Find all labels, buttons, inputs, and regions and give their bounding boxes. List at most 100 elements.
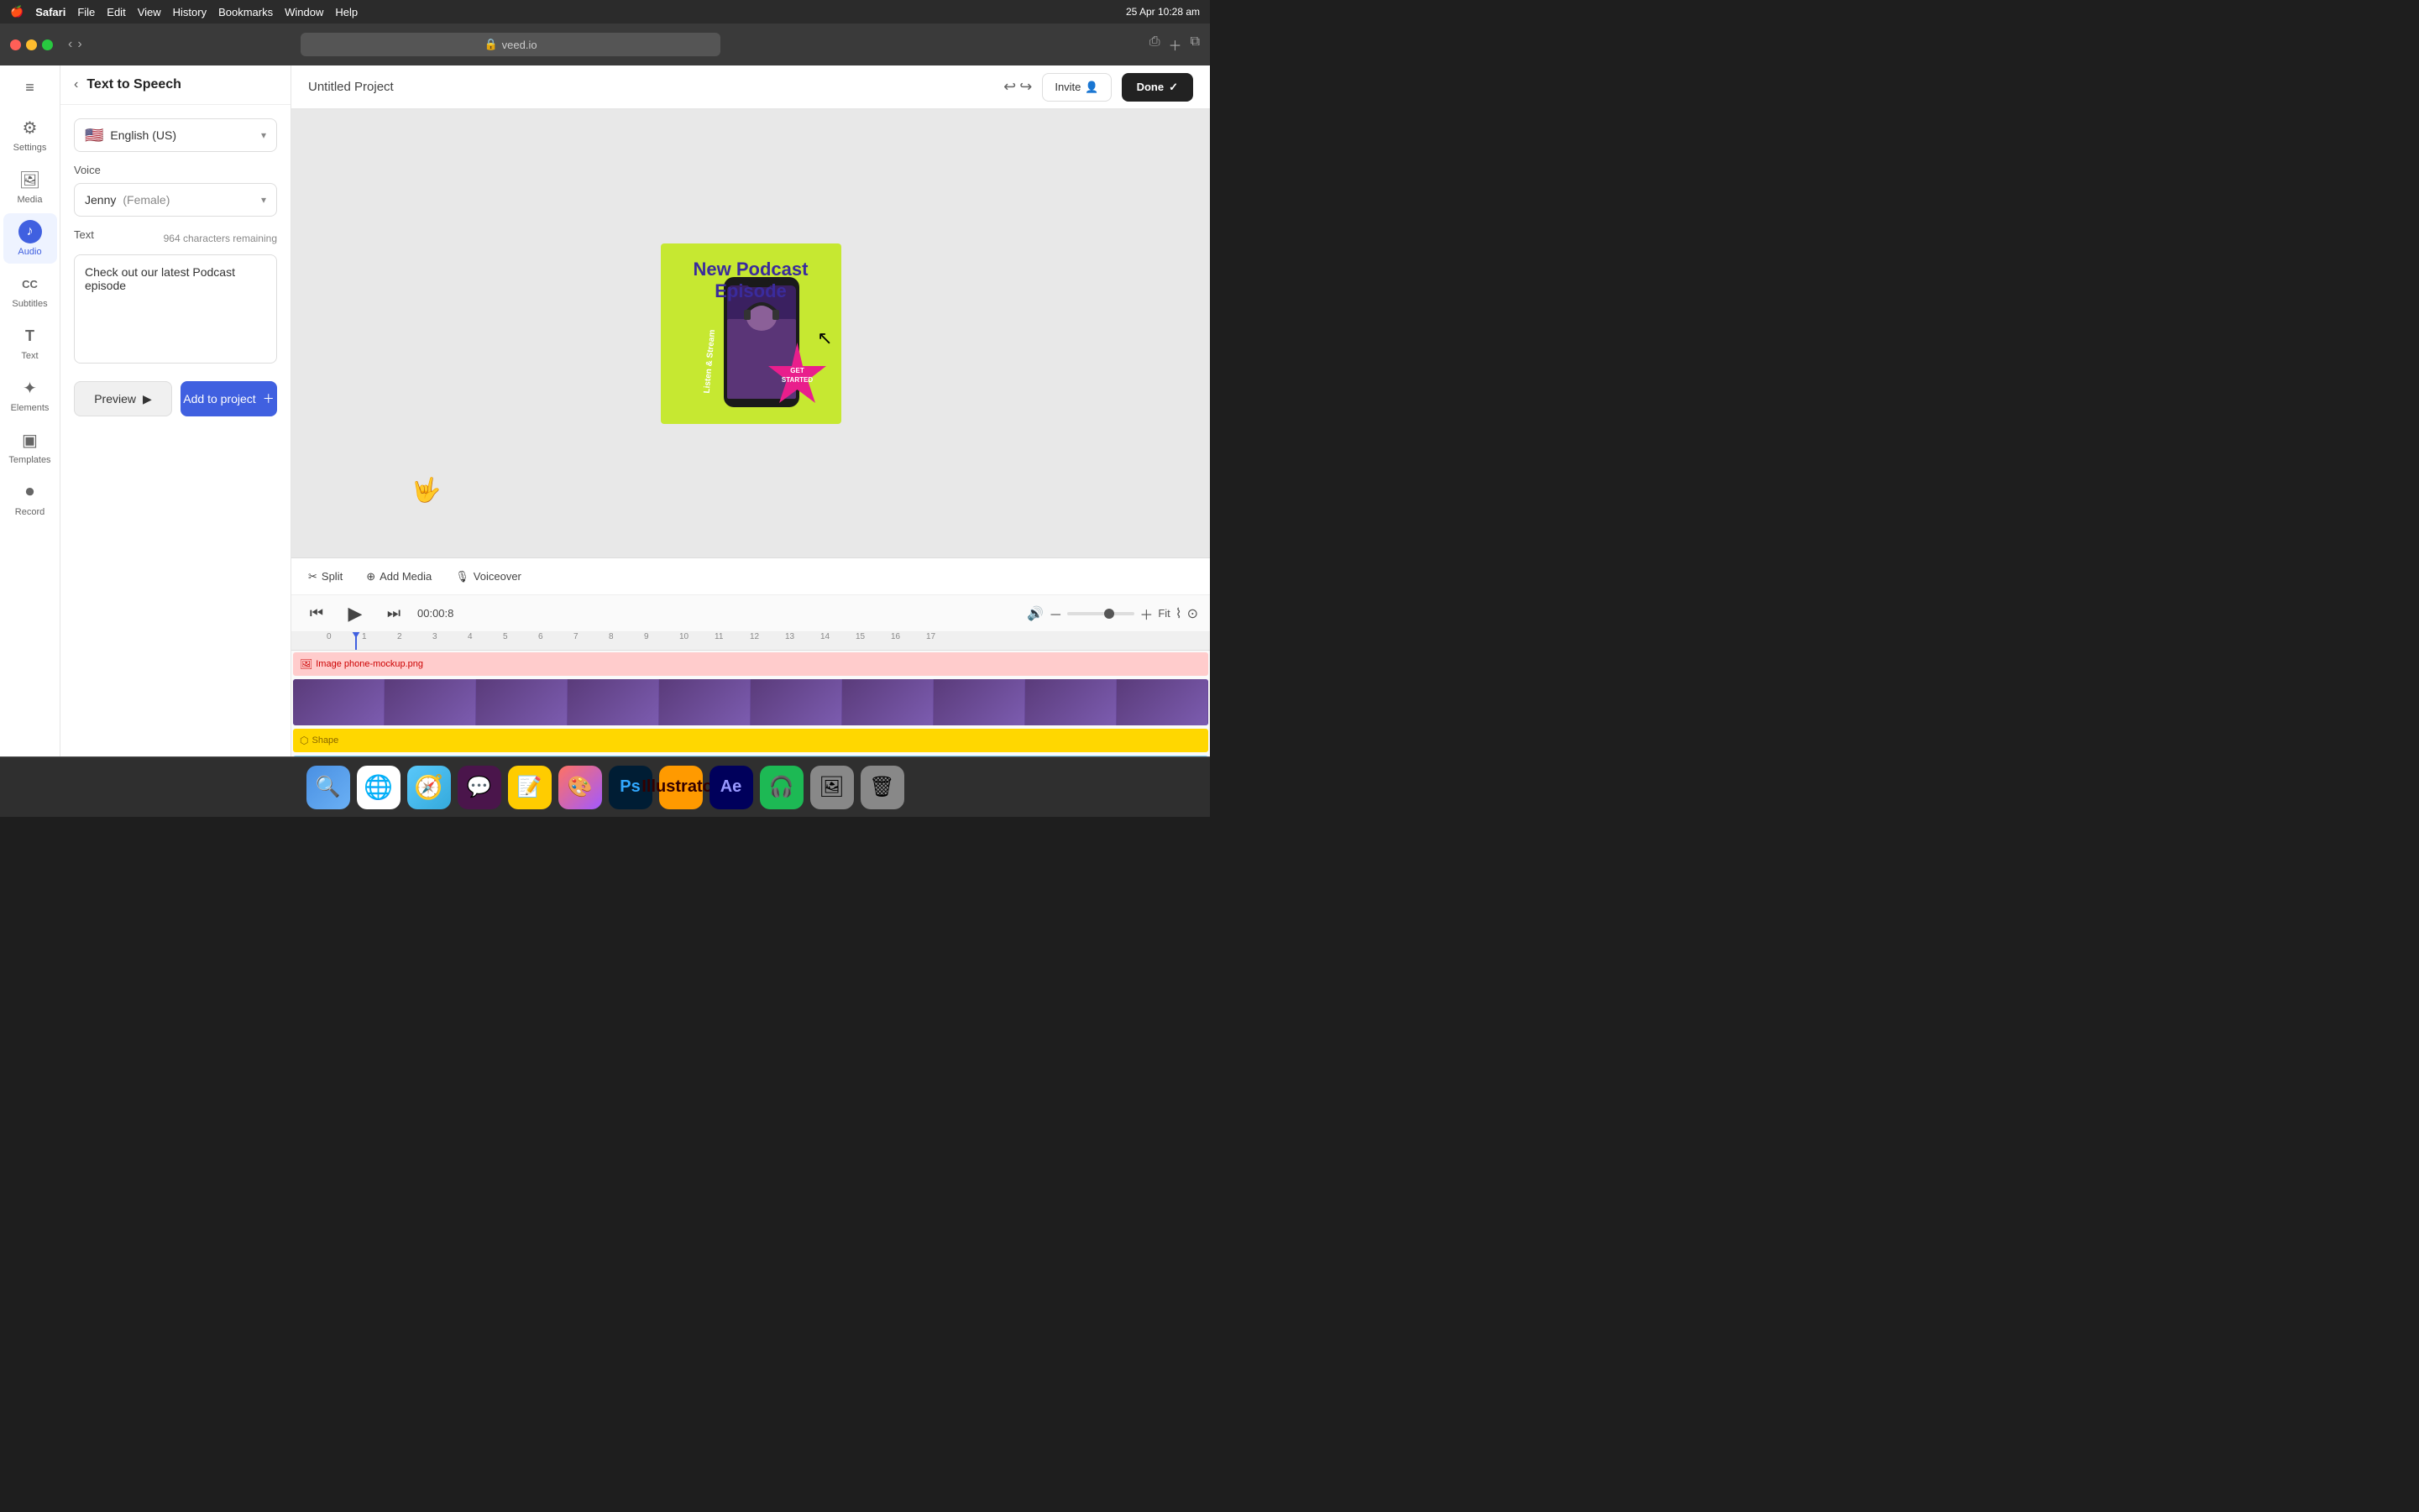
action-buttons: Preview ▶ Add to project ＋: [74, 381, 277, 416]
preview-label: Preview: [94, 392, 136, 405]
sidebar-item-settings[interactable]: ⚙ Settings: [3, 109, 57, 160]
ruler-mark-5: 5: [503, 632, 508, 641]
minimize-button[interactable]: [26, 39, 37, 50]
sidebar-label-audio: Audio: [18, 247, 41, 257]
new-tab-icon[interactable]: ＋: [1169, 34, 1182, 55]
menubar-left: 🍎 Safari File Edit View History Bookmark…: [10, 5, 358, 18]
undo-button[interactable]: ↩: [1003, 78, 1016, 96]
video-thumbs: [293, 679, 1208, 725]
voice-selector[interactable]: Jenny (Female) ▾: [74, 183, 277, 217]
menu-bookmarks[interactable]: Bookmarks: [218, 6, 273, 18]
canvas-area[interactable]: New Podcast Episode Listen & Stream: [291, 109, 1210, 557]
volume-icon[interactable]: 🔊: [1027, 605, 1044, 622]
dock-item-slack[interactable]: 💬: [458, 766, 501, 809]
plus-icon: ＋: [263, 390, 275, 407]
shape-icon: ⬡: [300, 735, 308, 746]
shape-track-label: Shape: [312, 735, 338, 746]
language-label: English (US): [110, 128, 176, 142]
waveform-icon[interactable]: ⌇: [1175, 605, 1182, 622]
dock-item-photos[interactable]: 🖼: [810, 766, 854, 809]
ruler-mark-15: 15: [856, 632, 865, 641]
dock-item-notes[interactable]: 📝: [508, 766, 552, 809]
play-pause-button[interactable]: ▶: [340, 599, 370, 629]
dock-item-aftereffects[interactable]: Ae: [709, 766, 753, 809]
mac-menubar: 🍎 Safari File Edit View History Bookmark…: [0, 0, 1210, 24]
address-bar[interactable]: 🔒 veed.io: [301, 33, 720, 56]
image-track[interactable]: 🖼 Image phone-mockup.png: [293, 652, 1208, 676]
timeline-tracks[interactable]: 0 1 2 3 4 5 6 7 8 9 10 11 12: [291, 632, 1210, 756]
ruler-mark-8: 8: [609, 632, 614, 641]
zoom-slider[interactable]: [1067, 612, 1134, 615]
language-selector[interactable]: 🇺🇸 English (US) ▾: [74, 118, 277, 152]
image-track-label: Image phone-mockup.png: [316, 659, 423, 669]
preview-button[interactable]: Preview ▶: [74, 381, 172, 416]
invite-icon: 👤: [1085, 81, 1098, 94]
menu-edit[interactable]: Edit: [107, 6, 125, 18]
sidebar-item-text[interactable]: T Text: [3, 317, 57, 368]
add-label: Add to project: [183, 392, 255, 405]
maximize-button[interactable]: [42, 39, 53, 50]
dock-item-safari[interactable]: 🧭: [407, 766, 451, 809]
dock-item-chrome[interactable]: 🌐: [357, 766, 401, 809]
video-thumb-5: [659, 679, 751, 725]
sidebar-item-media[interactable]: 🖼 Media: [3, 161, 57, 212]
shape-track[interactable]: ⬡ Shape: [293, 729, 1208, 752]
traffic-lights: [10, 39, 53, 50]
voiceover-label: Voiceover: [474, 570, 521, 583]
invite-button[interactable]: Invite 👤: [1042, 73, 1111, 102]
sidebar-item-subtitles[interactable]: CC Subtitles: [3, 265, 57, 316]
done-button[interactable]: Done ✓: [1122, 73, 1193, 102]
back-nav-icon[interactable]: ‹: [68, 37, 72, 52]
redo-button[interactable]: ↪: [1019, 78, 1032, 96]
settings-small-icon[interactable]: ⊙: [1187, 605, 1198, 622]
fit-button[interactable]: Fit: [1158, 607, 1170, 620]
zoom-thumb[interactable]: [1104, 609, 1114, 619]
forward-nav-icon[interactable]: ›: [77, 37, 81, 52]
close-button[interactable]: [10, 39, 21, 50]
sidebar-item-templates[interactable]: ▣ Templates: [3, 421, 57, 472]
zoom-out-button[interactable]: －: [1049, 604, 1062, 624]
audio-icon: ♪: [18, 220, 42, 243]
add-to-project-button[interactable]: Add to project ＋: [181, 381, 277, 416]
url-display: veed.io: [502, 39, 537, 51]
tab-overview-icon[interactable]: ⧉: [1191, 34, 1200, 55]
split-button[interactable]: ✂ Split: [303, 567, 348, 587]
dock-item-finder[interactable]: 🔍: [306, 766, 350, 809]
media-icon: 🖼: [18, 168, 42, 191]
menu-file[interactable]: File: [77, 6, 95, 18]
dock-item-spotify[interactable]: 🎧: [760, 766, 804, 809]
menu-window[interactable]: Window: [285, 6, 323, 18]
fast-forward-button[interactable]: ⏭: [380, 600, 407, 627]
share-icon[interactable]: ⎙: [1149, 34, 1160, 55]
sidebar-item-elements[interactable]: ✦ Elements: [3, 369, 57, 420]
lock-icon: 🔒: [484, 38, 497, 51]
menu-history[interactable]: History: [173, 6, 207, 18]
apple-menu[interactable]: 🍎: [10, 5, 24, 18]
playback-bar: ⏮ ▶ ⏭ 00:00:8 🔊 － ＋ Fit ⌇ ⊙: [291, 595, 1210, 632]
sidebar-menu-button[interactable]: ≡: [15, 72, 45, 102]
zoom-in-button[interactable]: ＋: [1139, 604, 1153, 624]
sidebar-label-settings: Settings: [13, 143, 47, 153]
text-input[interactable]: Check out our latest Podcast episode: [74, 254, 277, 364]
menu-view[interactable]: View: [138, 6, 161, 18]
video-track[interactable]: [293, 679, 1208, 725]
back-button[interactable]: ‹: [74, 77, 78, 92]
app-menu-safari[interactable]: Safari: [35, 6, 65, 18]
video-track-row: [291, 678, 1210, 727]
rewind-button[interactable]: ⏮: [303, 600, 330, 627]
panel-content: 🇺🇸 English (US) ▾ Voice Jenny (Female) ▾: [60, 105, 291, 756]
dock-item-illustrator[interactable]: Illustrator: [659, 766, 703, 809]
menu-help[interactable]: Help: [335, 6, 358, 18]
ruler-mark-17: 17: [926, 632, 935, 641]
sidebar-item-audio[interactable]: ♪ Audio: [3, 213, 57, 264]
text-section: Text 964 characters remaining Check out …: [74, 228, 277, 368]
ruler-mark-3: 3: [432, 632, 437, 641]
chars-remaining: 964 characters remaining: [164, 233, 277, 244]
voiceover-button[interactable]: 🎙 Voiceover: [450, 567, 526, 587]
dock-item-trash[interactable]: 🗑: [861, 766, 904, 809]
add-media-button[interactable]: ⊕ Add Media: [361, 567, 437, 587]
ruler-mark-9: 9: [644, 632, 649, 641]
dock-item-figma[interactable]: 🎨: [558, 766, 602, 809]
sidebar-item-record[interactable]: ⏺ Record: [3, 473, 57, 524]
text-section-header: Text 964 characters remaining: [74, 228, 277, 248]
